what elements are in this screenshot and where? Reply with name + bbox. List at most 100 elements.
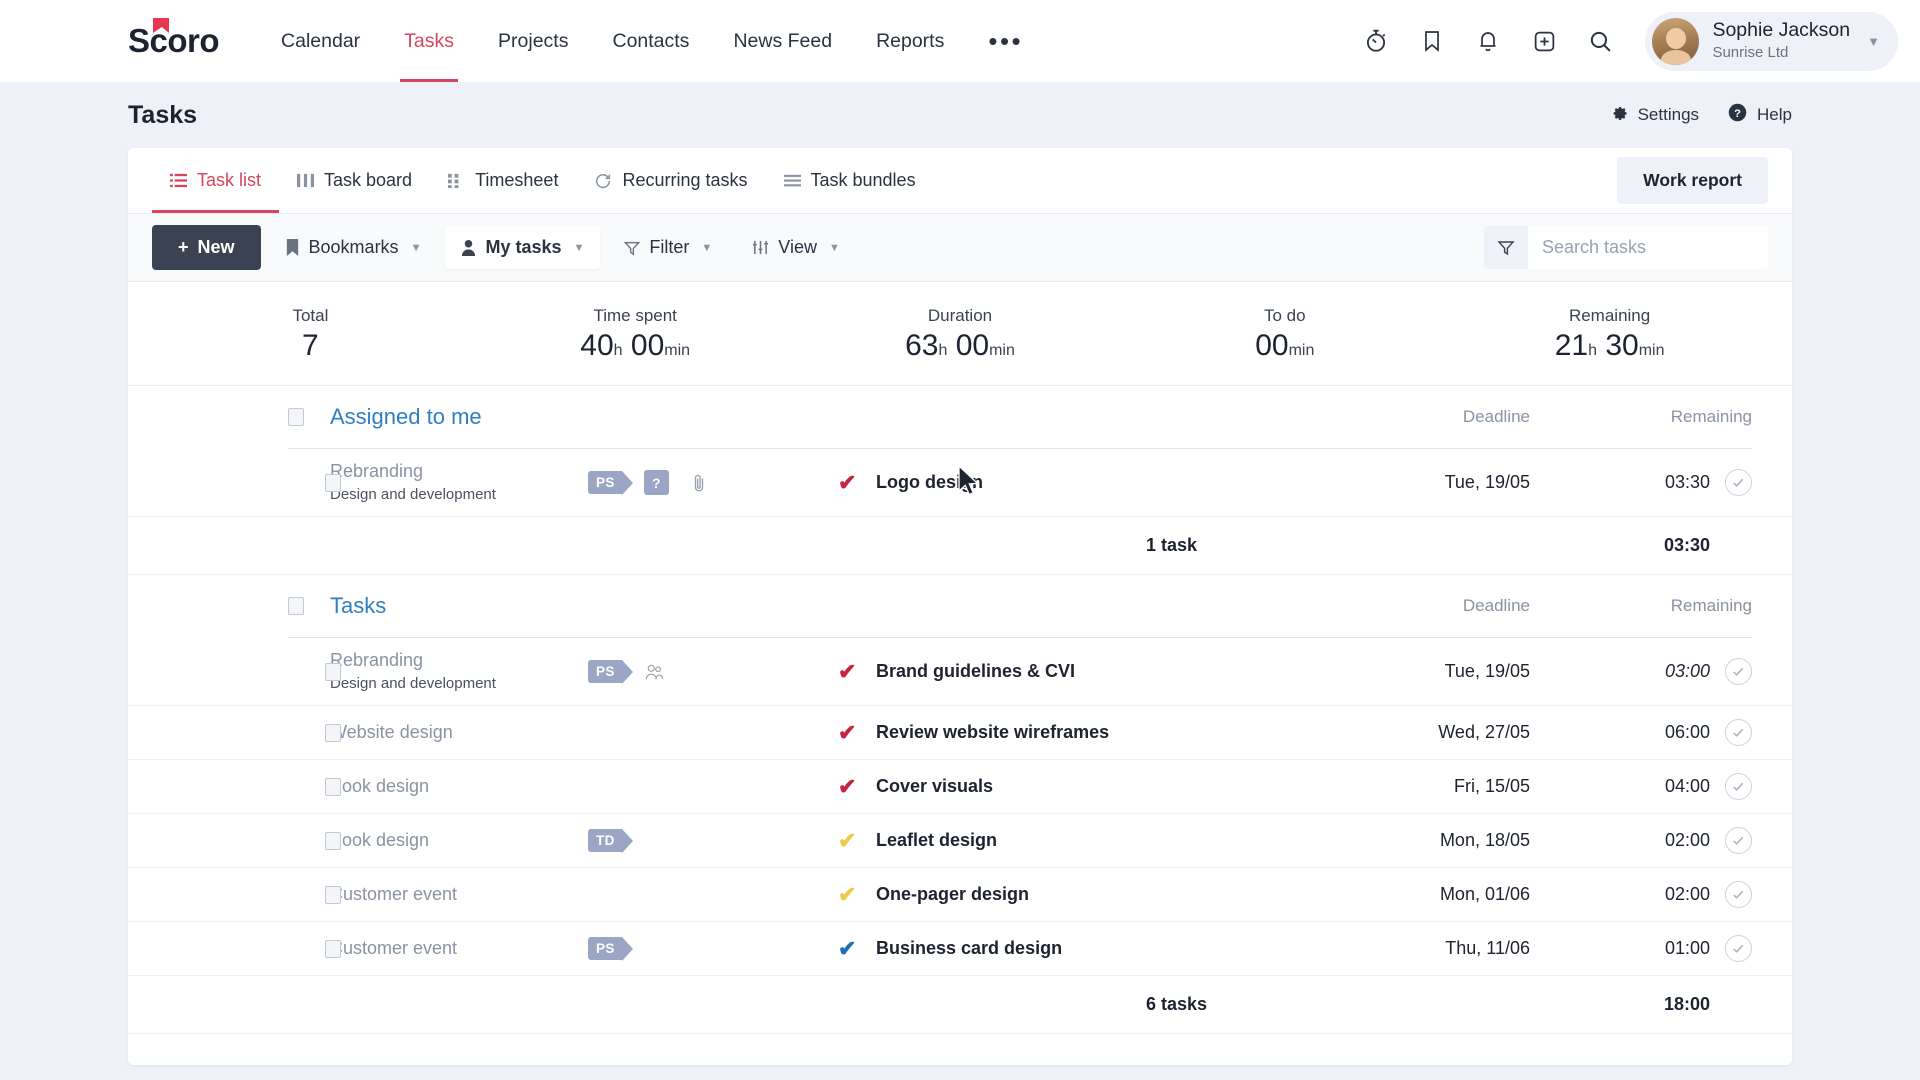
row-checkbox[interactable] [325,885,341,904]
row-remaining: 01:00 [1664,938,1710,958]
new-button[interactable]: + New [152,225,261,270]
help-button[interactable]: ? Help [1727,102,1792,128]
table-row[interactable]: Customer event ✔ One-pager design Mon, 0… [128,868,1792,922]
row-checkbox[interactable] [325,723,341,742]
section-select-checkbox[interactable] [288,597,304,615]
row-checkbox[interactable] [325,662,341,681]
person-tag[interactable]: PS [588,660,633,684]
tab-task-board[interactable]: Task board [279,148,430,213]
settings-button[interactable]: Settings [1610,103,1699,127]
row-checkbox[interactable] [325,777,341,796]
row-deadline: Fri, 15/05 [1453,776,1530,796]
check-circle-icon[interactable] [1725,658,1752,685]
task-name[interactable]: One-pager design [876,884,1029,905]
search-input[interactable] [1528,226,1768,269]
row-checkbox[interactable] [325,473,341,492]
filter-dropdown[interactable]: Filter ▼ [608,226,728,269]
scoro-logo[interactable]: Scoro [128,18,220,60]
project-name[interactable]: Book design [330,775,588,798]
bookmarks-dropdown[interactable]: Bookmarks ▼ [269,226,438,269]
nav-label: Reports [876,29,945,52]
table-row[interactable]: Rebranding Design and development PS ? ✔… [128,449,1792,517]
paperclip-icon[interactable] [691,473,708,493]
svg-text:?: ? [1734,108,1741,120]
project-name[interactable]: Customer event [330,883,588,906]
row-complete-action[interactable] [1710,881,1752,908]
person-tag[interactable]: TD [588,829,633,853]
tab-recurring-tasks[interactable]: Recurring tasks [576,148,765,213]
row-complete-action[interactable] [1710,469,1752,496]
check-circle-icon[interactable] [1725,935,1752,962]
nav-item-contacts[interactable]: Contacts [590,0,711,82]
bell-icon[interactable] [1463,16,1513,66]
plus-square-icon[interactable] [1519,16,1569,66]
table-row[interactable]: Customer event PS ✔ Business card design… [128,922,1792,976]
task-name[interactable]: Cover visuals [876,776,993,797]
bookmark-icon[interactable] [1407,16,1457,66]
project-name[interactable]: Book design [330,829,588,852]
section-total-values: 03:30 [1530,535,1752,556]
check-circle-icon[interactable] [1725,719,1752,746]
search-icon[interactable] [1575,16,1625,66]
tab-timesheet[interactable]: Timesheet [430,148,576,213]
project-name[interactable]: Rebranding [330,460,588,483]
nav-item-news-feed[interactable]: News Feed [711,0,854,82]
people-icon[interactable] [644,663,664,681]
task-name[interactable]: Leaflet design [876,830,997,851]
table-row[interactable]: Rebranding Design and development PS ✔ B… [128,638,1792,706]
check-circle-icon[interactable] [1725,469,1752,496]
priority-check-icon: ✔ [838,935,857,961]
stat-minutes: 30 [1605,329,1639,362]
row-complete-action[interactable] [1710,773,1752,800]
nav-item-projects[interactable]: Projects [476,0,590,82]
check-circle-icon[interactable] [1725,773,1752,800]
task-name[interactable]: Business card design [876,938,1062,959]
section-task-count: 6 tasks [1146,994,1208,1014]
row-checkbox[interactable] [325,939,341,958]
search-filter-icon[interactable] [1484,226,1528,269]
task-name[interactable]: Brand guidelines & CVI [876,661,1075,682]
row-remaining: 03:00 [1664,661,1710,681]
table-row[interactable]: Website design ✔ Review website wirefram… [128,706,1792,760]
section-title[interactable]: Tasks [330,593,386,619]
nav-item-reports[interactable]: Reports [854,0,966,82]
row-complete-action[interactable] [1710,827,1752,854]
stat-value: 7 [148,331,473,361]
stat-total: Total 7 [148,306,473,361]
row-complete-action[interactable] [1710,719,1752,746]
person-tag[interactable]: PS [588,937,633,961]
nav-item-tasks[interactable]: Tasks [382,0,476,82]
stat-to-do: To do 00min [1122,306,1447,361]
nav-item-calendar[interactable]: Calendar [259,0,382,82]
row-complete-action[interactable] [1710,658,1752,685]
person-tag[interactable]: PS [588,471,633,495]
list-icon [170,172,187,189]
table-row[interactable]: Book design TD ✔ Leaflet design Mon, 18/… [128,814,1792,868]
question-badge[interactable]: ? [643,470,669,495]
stat-label: Time spent [593,306,677,325]
check-circle-icon[interactable] [1725,881,1752,908]
task-name[interactable]: Review website wireframes [876,722,1109,743]
tab-task-list[interactable]: Task list [152,148,280,213]
tab-task-bundles[interactable]: Task bundles [766,148,934,213]
project-name[interactable]: Rebranding [330,649,588,672]
check-circle-icon[interactable] [1725,827,1752,854]
row-checkbox[interactable] [325,831,341,850]
row-complete-action[interactable] [1710,935,1752,962]
table-row[interactable]: Book design ✔ Cover visuals Fri, 15/05 0… [128,760,1792,814]
nav-more-icon[interactable]: ••• [966,0,1045,82]
project-name[interactable]: Website design [330,721,588,744]
work-report-button[interactable]: Work report [1617,157,1768,204]
section-select-checkbox[interactable] [288,408,304,426]
section-total-values: 18:00 [1530,994,1752,1015]
person-icon [461,239,476,256]
task-name[interactable]: Logo design [876,472,983,493]
my-tasks-dropdown[interactable]: My tasks ▼ [445,226,601,269]
timer-icon[interactable] [1351,16,1401,66]
section-title[interactable]: Assigned to me [330,404,482,430]
project-name[interactable]: Customer event [330,937,588,960]
user-profile-chip[interactable]: Sophie Jackson Sunrise Ltd ▼ [1645,11,1898,71]
view-dropdown[interactable]: View ▼ [736,226,856,269]
refresh-icon [594,172,612,190]
stat-minutes: 00 [630,329,665,362]
